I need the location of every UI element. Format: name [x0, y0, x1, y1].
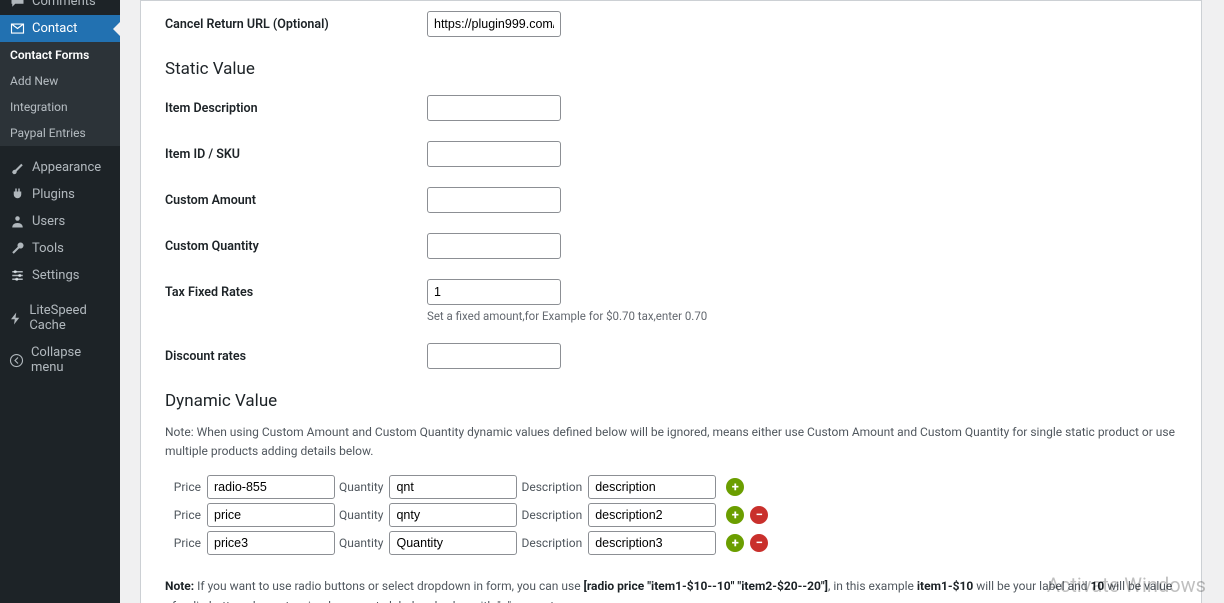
sidebar-item-appearance[interactable]: Appearance: [0, 154, 120, 181]
sidebar-subitem-forms[interactable]: Contact Forms: [0, 42, 120, 68]
sidebar-subitem-entries[interactable]: Paypal Entries: [0, 120, 120, 146]
sidebar-item-label: Users: [32, 214, 65, 229]
price-label: Price: [165, 508, 203, 522]
sidebar-item-comments[interactable]: Comments: [0, 0, 120, 15]
cancel-url-label: Cancel Return URL (Optional): [165, 11, 427, 32]
sidebar-item-label: Contact: [32, 21, 77, 36]
remove-row-button[interactable]: −: [750, 506, 768, 524]
add-row-button[interactable]: +: [726, 478, 744, 496]
desc-input[interactable]: [588, 503, 716, 527]
discount-input[interactable]: [427, 343, 561, 369]
main-content: Cancel Return URL (Optional) Static Valu…: [120, 0, 1224, 603]
item-desc-input[interactable]: [427, 95, 561, 121]
sliders-icon: [8, 268, 26, 283]
desc-label: Description: [521, 536, 584, 550]
note-prefix: Note:: [165, 579, 197, 593]
sidebar-item-litespeed[interactable]: LiteSpeed Cache: [0, 297, 120, 339]
item-id-label: Item ID / SKU: [165, 141, 427, 162]
tax-hint: Set a fixed amount,for Example for $0.70…: [427, 309, 707, 323]
sidebar-item-plugins[interactable]: Plugins: [0, 181, 120, 208]
static-section-title: Static Value: [165, 47, 1177, 85]
price-input[interactable]: [207, 475, 335, 499]
item-desc-label: Item Description: [165, 95, 427, 116]
desc-label: Description: [521, 508, 584, 522]
tax-input[interactable]: [427, 279, 561, 305]
desc-input[interactable]: [588, 475, 716, 499]
sidebar-item-settings[interactable]: Settings: [0, 262, 120, 289]
qty-label: Quantity: [339, 480, 385, 494]
sidebar-item-label: Tools: [32, 241, 64, 256]
custom-amount-input[interactable]: [427, 187, 561, 213]
add-row-button[interactable]: +: [726, 534, 744, 552]
item-id-input[interactable]: [427, 141, 561, 167]
price-label: Price: [165, 536, 203, 550]
price-label: Price: [165, 480, 203, 494]
admin-sidebar: Comments Contact Contact Forms Add New I…: [0, 0, 120, 603]
dynamic-section-title: Dynamic Value: [165, 379, 1177, 417]
price-input[interactable]: [207, 503, 335, 527]
sidebar-subitem-addnew[interactable]: Add New: [0, 68, 120, 94]
user-icon: [8, 214, 26, 229]
custom-amount-label: Custom Amount: [165, 187, 427, 208]
add-row-button[interactable]: +: [726, 506, 744, 524]
sidebar-item-users[interactable]: Users: [0, 208, 120, 235]
sidebar-item-tools[interactable]: Tools: [0, 235, 120, 262]
desc-label: Description: [521, 480, 584, 494]
sidebar-item-label: Collapse menu: [31, 345, 112, 375]
dynamic-row: Price Quantity Description + −: [165, 529, 1177, 557]
qty-input[interactable]: [389, 503, 517, 527]
custom-qty-label: Custom Quantity: [165, 233, 427, 254]
sidebar-collapse[interactable]: Collapse menu: [0, 339, 120, 381]
sidebar-item-label: LiteSpeed Cache: [29, 303, 112, 333]
remove-row-button[interactable]: −: [750, 534, 768, 552]
cancel-url-input[interactable]: [427, 11, 561, 37]
tax-label: Tax Fixed Rates: [165, 279, 427, 300]
custom-qty-input[interactable]: [427, 233, 561, 259]
dynamic-row: Price Quantity Description + −: [165, 501, 1177, 529]
wrench-icon: [8, 241, 26, 256]
mail-icon: [8, 21, 26, 36]
radio-note: Note: If you want to use radio buttons o…: [165, 571, 1177, 603]
qty-label: Quantity: [339, 536, 385, 550]
qty-input[interactable]: [389, 475, 517, 499]
dynamic-note: Note: When using Custom Amount and Custo…: [165, 417, 1177, 467]
price-input[interactable]: [207, 531, 335, 555]
sidebar-item-label: Comments: [32, 0, 96, 9]
sidebar-subitem-integ[interactable]: Integration: [0, 94, 120, 120]
sidebar-item-label: Appearance: [32, 160, 101, 175]
plug-icon: [8, 187, 26, 202]
collapse-icon: [8, 353, 25, 368]
sidebar-item-label: Plugins: [32, 187, 75, 202]
bolt-icon: [8, 311, 23, 326]
brush-icon: [8, 160, 26, 175]
sidebar-submenu: Contact Forms Add New Integration Paypal…: [0, 42, 120, 146]
comment-icon: [8, 0, 26, 9]
settings-panel: Cancel Return URL (Optional) Static Valu…: [140, 0, 1202, 603]
discount-label: Discount rates: [165, 343, 427, 364]
qty-label: Quantity: [339, 508, 385, 522]
qty-input[interactable]: [389, 531, 517, 555]
sidebar-item-contact[interactable]: Contact: [0, 15, 120, 42]
desc-input[interactable]: [588, 531, 716, 555]
sidebar-item-label: Settings: [32, 268, 79, 283]
dynamic-rows: Price Quantity Description + Price Quant…: [165, 467, 1177, 557]
dynamic-row: Price Quantity Description +: [165, 473, 1177, 501]
